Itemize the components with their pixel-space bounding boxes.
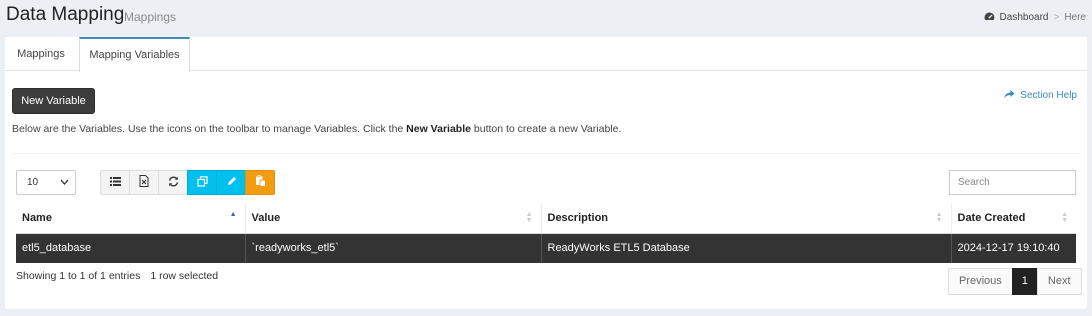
breadcrumb-current: Here [1064,12,1086,23]
description-text-before: Below are the Variables. Use the icons o… [12,123,407,135]
sort-asc-icon: ▲ [229,211,237,218]
column-header-name[interactable]: Name ▲ [16,203,246,234]
paste-button[interactable] [245,170,275,195]
copy-icon [196,175,208,190]
variables-table: Name ▲ Value ▲ ▼ Description ▲ ▼ Date Created… [16,203,1076,263]
sort-icon: ▲ ▼ [525,211,533,224]
tab-mapping-variables[interactable]: Mapping Variables [79,37,190,72]
tab-bar: Mappings Mapping Variables [5,37,1087,72]
table-toolbar [100,170,275,195]
share-arrow-icon [1004,89,1015,102]
export-excel-button[interactable] [129,170,159,195]
chevron-down-icon [60,171,69,203]
column-header-date-created[interactable]: Date Created ▲ ▼ [951,203,1076,234]
section-help-label: Section Help [1020,90,1077,101]
cell-description: ReadyWorks ETL5 Database [541,233,952,263]
column-header-label: Date Created [957,211,1026,224]
breadcrumb-dashboard-link[interactable]: Dashboard [1000,12,1049,23]
column-list-button[interactable] [100,170,130,195]
sort-icon: ▲ ▼ [935,211,943,224]
pagination: Previous 1 Next [948,268,1082,295]
previous-page-button[interactable]: Previous [948,268,1013,295]
search-input[interactable] [949,170,1076,195]
list-icon [109,176,121,189]
column-header-description[interactable]: Description ▲ ▼ [541,203,952,234]
column-header-label: Description [547,211,609,224]
page-header: Data Mapping Mappings Dashboard > Here [0,0,1092,36]
entries-info: Showing 1 to 1 of 1 entries [16,270,141,282]
sort-icon: ▲ ▼ [1061,211,1068,224]
selection-info: 1 row selected [150,270,219,282]
page-length-select[interactable]: 10 [16,170,76,195]
cell-name: etl5_database [16,233,246,263]
page-description: Below are the Variables. Use the icons o… [12,123,621,135]
page-length-value: 10 [27,177,39,188]
new-variable-button[interactable]: New Variable [12,88,95,114]
page-number-button[interactable]: 1 [1011,268,1038,295]
page-title: Data Mapping [6,4,125,25]
tab-mappings[interactable]: Mappings [5,37,77,71]
copy-button[interactable] [187,170,217,195]
cell-date-created: 2024-12-17 19:10:40 [951,233,1076,263]
page-subtitle: Mappings [124,10,177,24]
refresh-icon [168,176,179,190]
paste-icon [255,175,266,190]
table-row[interactable]: etl5_database `readyworks_etl5` ReadyWor… [16,233,1076,263]
section-help-link[interactable]: Section Help [1004,89,1077,102]
table-info: Showing 1 to 1 of 1 entries 1 row selecte… [16,270,218,282]
description-text-bold: New Variable [406,123,471,135]
edit-button[interactable] [216,170,246,195]
breadcrumb-separator: > [1053,12,1060,23]
edit-icon [226,176,237,190]
table-header-row: Name ▲ Value ▲ ▼ Description ▲ ▼ Date Created… [16,203,1076,234]
next-page-button[interactable]: Next [1036,268,1082,295]
description-text-after: button to create a new Variable. [470,123,622,135]
column-header-label: Name [22,211,52,224]
divider [12,153,1080,154]
column-header-label: Value [251,211,281,224]
breadcrumb: Dashboard > Here [984,11,1086,24]
content-panel: Mappings Mapping Variables New Variable … [5,37,1087,309]
excel-export-icon [139,175,149,190]
dashboard-icon [984,11,995,24]
column-header-value[interactable]: Value ▲ ▼ [245,203,542,234]
refresh-button[interactable] [158,170,188,195]
cell-value: `readyworks_etl5` [245,233,542,263]
